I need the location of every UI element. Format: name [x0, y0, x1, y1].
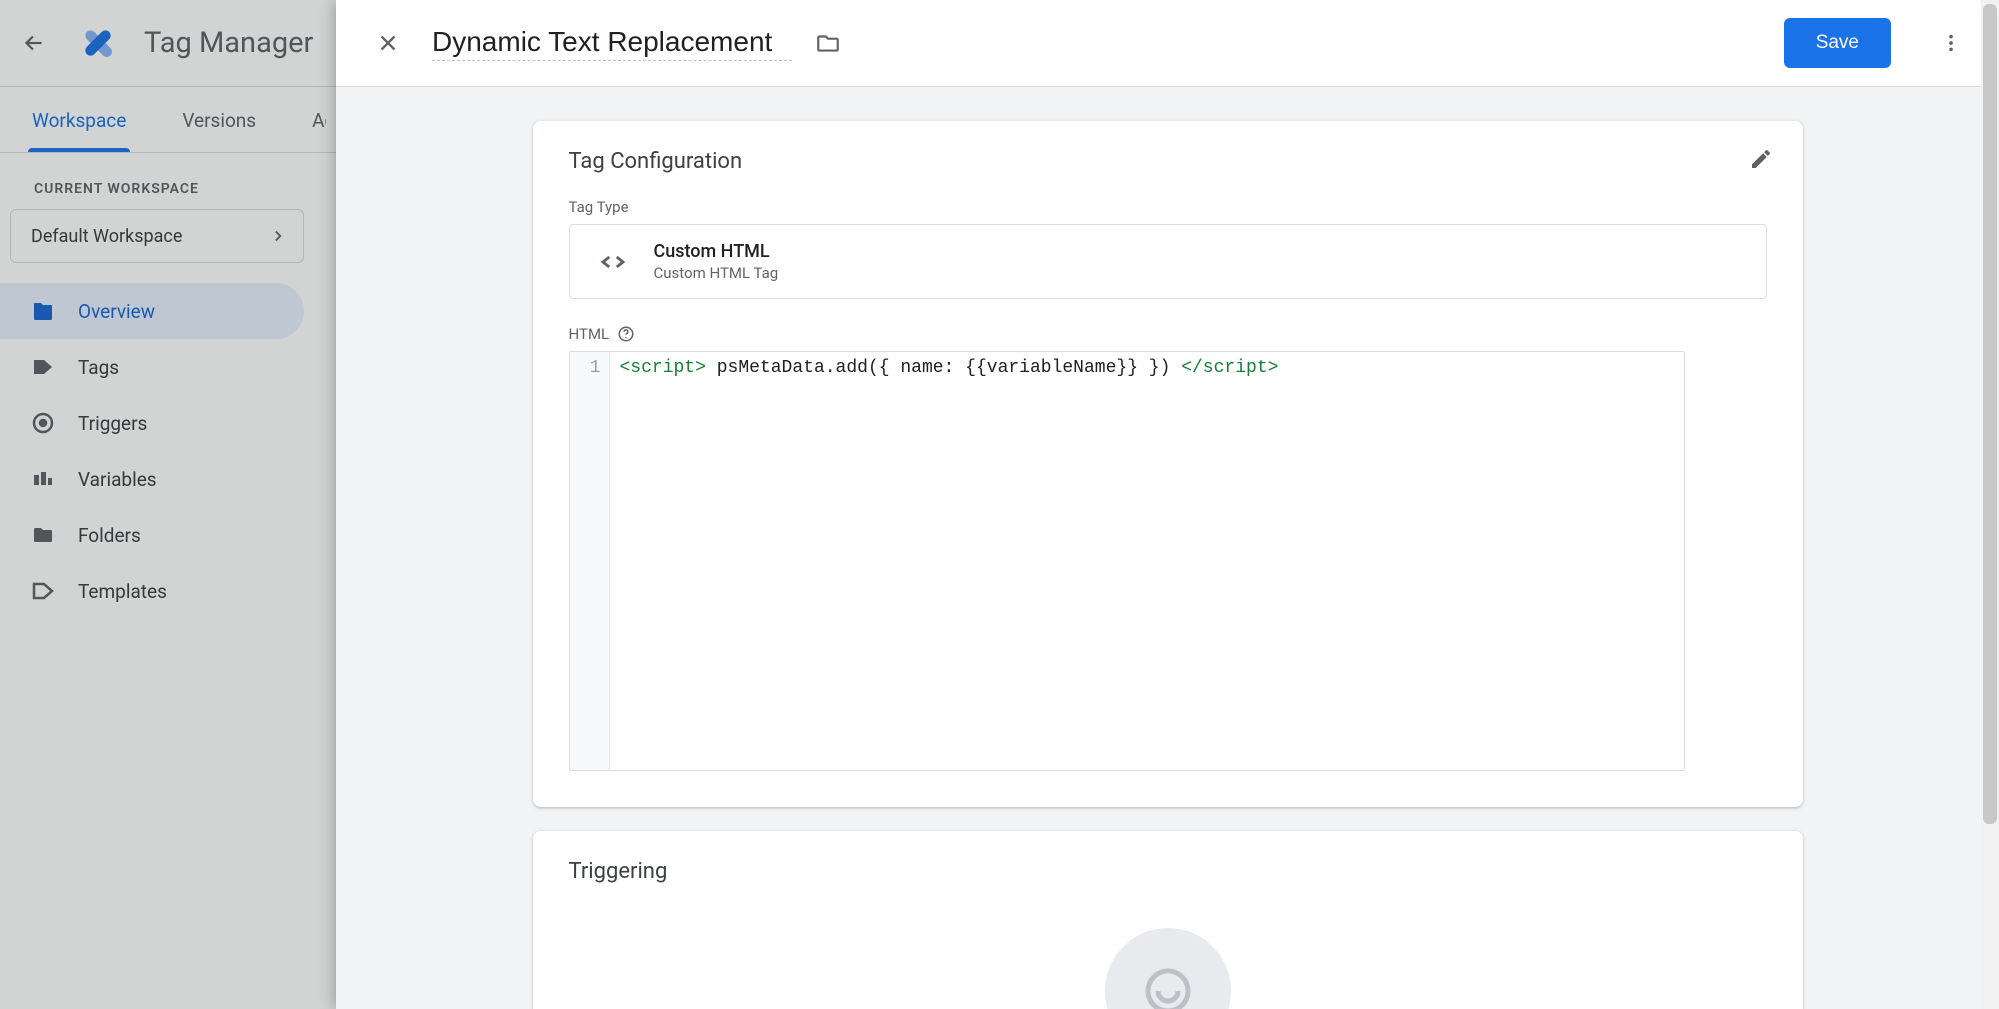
card-title: Tag Configuration — [569, 149, 1767, 174]
tag-type-subtitle: Custom HTML Tag — [654, 264, 779, 282]
tag-configuration-card: Tag Configuration Tag Type Custom HTML C… — [533, 121, 1803, 807]
code-gutter: 1 — [570, 352, 610, 770]
tag-name-input[interactable] — [432, 26, 792, 61]
save-button[interactable]: Save — [1784, 18, 1891, 68]
html-code-editor[interactable]: 1 <script> psMetaData.add({ name: {{vari… — [569, 351, 1685, 771]
line-number: 1 — [570, 358, 601, 378]
trigger-placeholder-circle — [1105, 928, 1231, 1009]
scrollbar-thumb[interactable] — [1983, 4, 1997, 824]
html-label-text: HTML — [569, 325, 610, 343]
edit-icon[interactable] — [1749, 147, 1773, 171]
code-body: psMetaData.add({ name: {{variableName}} … — [706, 358, 1181, 378]
folder-select-icon[interactable] — [814, 29, 842, 57]
drawer-scrollbar[interactable] — [1981, 0, 1999, 1009]
code-open-tag: <script> — [620, 358, 706, 378]
close-icon[interactable] — [370, 25, 406, 61]
tag-type-label: Tag Type — [569, 198, 1767, 216]
html-label: HTML — [569, 325, 1767, 343]
tag-editor-drawer: Save Tag Configuration Tag Type Custom H… — [336, 0, 1999, 1009]
drawer-body: Tag Configuration Tag Type Custom HTML C… — [336, 87, 1999, 1009]
tag-type-selector[interactable]: Custom HTML Custom HTML Tag — [569, 224, 1767, 299]
more-menu-icon[interactable] — [1931, 23, 1971, 63]
code-icon — [596, 245, 630, 279]
code-area[interactable]: <script> psMetaData.add({ name: {{variab… — [610, 352, 1684, 770]
tag-type-text: Custom HTML Custom HTML Tag — [654, 241, 779, 282]
triggering-card[interactable]: Triggering — [533, 831, 1803, 1009]
card-title: Triggering — [569, 859, 1767, 884]
trigger-placeholder — [569, 908, 1767, 1009]
drawer-header: Save — [336, 0, 1999, 87]
code-close-tag: </script> — [1181, 358, 1278, 378]
tag-type-title: Custom HTML — [654, 241, 779, 262]
help-icon[interactable] — [617, 325, 635, 343]
